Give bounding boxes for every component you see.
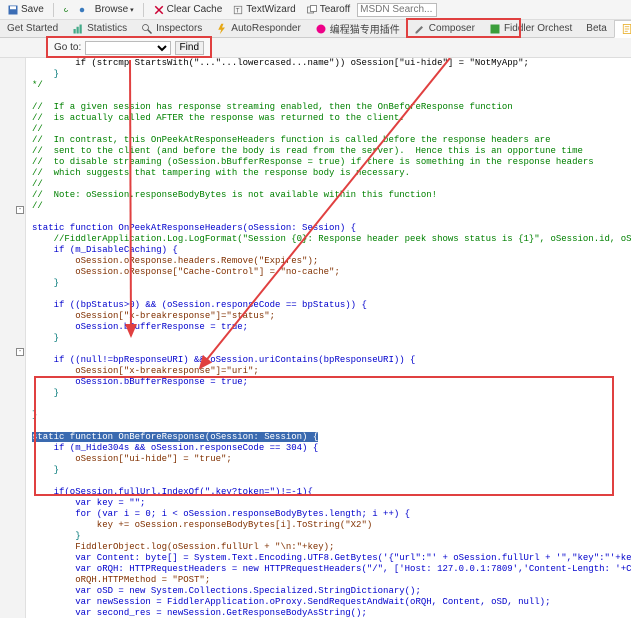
inspect-icon: [141, 23, 153, 35]
fold-icon[interactable]: -: [16, 348, 24, 356]
tab-label: Get Started: [7, 23, 58, 34]
clear-cache-label: Clear Cache: [167, 4, 223, 15]
clear-cache-button[interactable]: Clear Cache: [150, 3, 226, 17]
browse-button[interactable]: Browse ▾: [92, 3, 137, 16]
save-button[interactable]: Save: [4, 3, 47, 17]
tab-fiddler-orch[interactable]: Fiddler Orchest: [482, 20, 579, 38]
tab-label: Inspectors: [156, 23, 202, 34]
tab-autoresponder[interactable]: AutoResponder: [209, 20, 308, 38]
tearoff-icon: [306, 4, 318, 16]
tab-inspectors[interactable]: Inspectors: [134, 20, 209, 38]
tab-label: AutoResponder: [231, 23, 301, 34]
tab-label: Composer: [429, 23, 475, 34]
tab-bar: Get Started Statistics Inspectors AutoRe…: [0, 20, 631, 38]
msdn-search-input[interactable]: [357, 3, 437, 17]
code-content: if (strcmp StartsWith("..."...lowercased…: [32, 58, 631, 618]
goto-bar: Go to: Find: [48, 38, 210, 58]
textwizard-label: TextWizard: [246, 4, 295, 15]
tab-cn-plugin[interactable]: 编程猫专用插件: [308, 18, 407, 39]
find-button[interactable]: Find: [175, 41, 204, 55]
textwizard-button[interactable]: T TextWizard: [229, 3, 298, 17]
compose-icon: [414, 23, 426, 35]
globe-icon[interactable]: [76, 4, 88, 16]
gutter: - -: [0, 58, 26, 618]
save-icon: [7, 4, 19, 16]
svg-text:T: T: [236, 8, 240, 14]
fiddler-icon: [489, 23, 501, 35]
main-toolbar: Save Browse ▾ Clear Cache T TextWizard T…: [0, 0, 631, 20]
bolt-icon: [216, 23, 228, 35]
separator: [143, 3, 144, 17]
dropdown-icon: ▾: [130, 6, 134, 14]
goto-label: Go to:: [54, 42, 81, 53]
tab-statistics[interactable]: Statistics: [65, 20, 134, 38]
fold-icon[interactable]: -: [16, 206, 24, 214]
code-editor[interactable]: - - if (strcmp StartsWith("..."...lowerc…: [0, 58, 631, 618]
tab-fiddlerscript[interactable]: FiddlerScript: [614, 20, 631, 38]
plugin-icon: [315, 23, 327, 35]
separator: [53, 3, 54, 17]
selected-line: static function OnBeforeResponse(oSessio…: [32, 432, 318, 442]
tearoff-label: Tearoff: [320, 4, 350, 15]
browse-label: Browse: [95, 4, 128, 15]
script-icon: [621, 23, 631, 35]
tab-label: 编程猫专用插件: [330, 21, 400, 36]
tab-beta[interactable]: Beta: [579, 20, 614, 37]
goto-select[interactable]: [85, 41, 170, 55]
clear-icon: [153, 4, 165, 16]
tab-get-started[interactable]: Get Started: [0, 20, 65, 37]
tearoff-button[interactable]: Tearoff: [303, 3, 353, 17]
reload-icon[interactable]: [60, 4, 72, 16]
wizard-icon: T: [232, 4, 244, 16]
tab-label: Beta: [586, 23, 607, 34]
tab-label: Fiddler Orchest: [504, 23, 572, 34]
tab-composer[interactable]: Composer: [407, 20, 482, 38]
stats-icon: [72, 23, 84, 35]
save-label: Save: [21, 4, 44, 15]
tab-label: Statistics: [87, 23, 127, 34]
